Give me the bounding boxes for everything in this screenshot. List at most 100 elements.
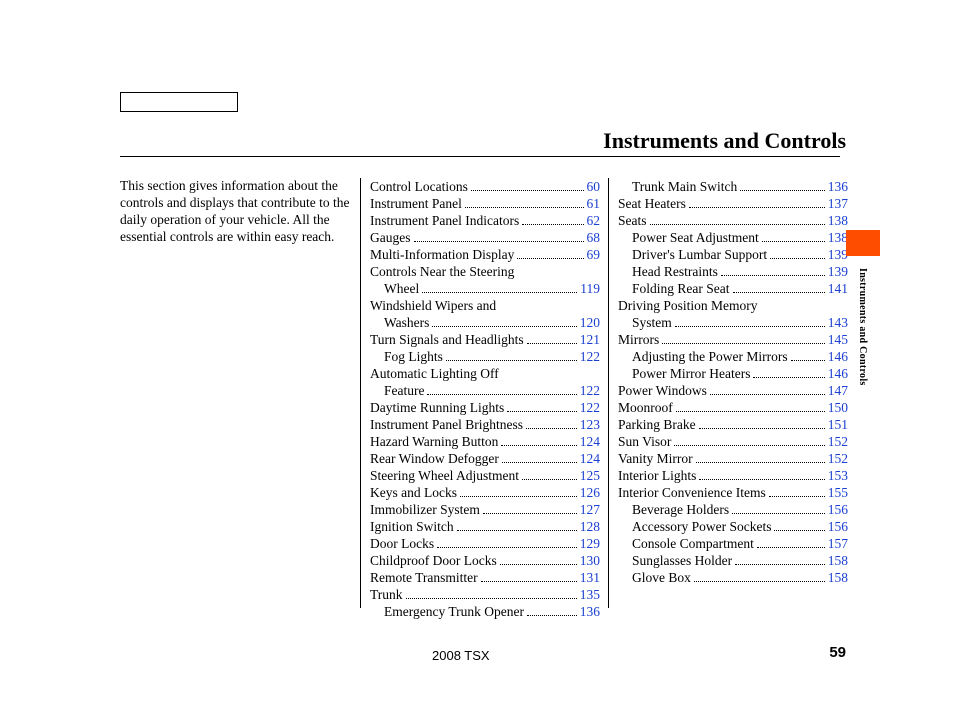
column-divider-2 — [608, 178, 609, 608]
toc-entry: Daytime Running Lights 122 — [370, 399, 600, 416]
toc-leader-dots — [522, 479, 577, 480]
toc-page-link[interactable]: 128 — [580, 518, 600, 535]
toc-entry-label: Gauges — [370, 229, 411, 246]
toc-page-link[interactable]: 156 — [828, 501, 848, 518]
toc-page-link[interactable]: 145 — [828, 331, 848, 348]
toc-page-link[interactable]: 152 — [828, 433, 848, 450]
toc-page-link[interactable]: 120 — [580, 314, 600, 331]
toc-leader-dots — [432, 326, 576, 327]
toc-page-link[interactable]: 129 — [580, 535, 600, 552]
toc-page-link[interactable]: 147 — [828, 382, 848, 399]
footer-model: 2008 TSX — [432, 648, 490, 663]
toc-entry: Washers120 — [370, 314, 600, 331]
toc-page-link[interactable]: 138 — [828, 212, 848, 229]
toc-entry: Ignition Switch128 — [370, 518, 600, 535]
toc-page-link[interactable]: 122 — [580, 399, 600, 416]
toc-entry: Trunk 135 — [370, 586, 600, 603]
toc-leader-dots — [757, 547, 825, 548]
toc-entry: Gauges 68 — [370, 229, 600, 246]
toc-entry-label: Head Restraints — [632, 263, 718, 280]
toc-page-link[interactable]: 157 — [828, 535, 848, 552]
toc-page-link[interactable]: 121 — [580, 331, 600, 348]
toc-entry: Instrument Panel Brightness123 — [370, 416, 600, 433]
toc-page-link[interactable]: 136 — [580, 603, 600, 620]
toc-page-link[interactable]: 125 — [580, 467, 600, 484]
toc-page-link[interactable]: 146 — [828, 348, 848, 365]
toc-page-link[interactable]: 153 — [828, 467, 848, 484]
toc-page-link[interactable]: 119 — [580, 280, 600, 297]
toc-page-link[interactable]: 151 — [828, 416, 848, 433]
toc-entry-label: Instrument Panel — [370, 195, 462, 212]
toc-entry: Sun Visor152 — [618, 433, 848, 450]
section-title: Instruments and Controls — [603, 128, 846, 154]
toc-page-link[interactable]: 122 — [580, 348, 600, 365]
toc-leader-dots — [753, 377, 824, 378]
toc-page-link[interactable]: 143 — [828, 314, 848, 331]
toc-leader-dots — [481, 581, 577, 582]
toc-leader-dots — [460, 496, 577, 497]
toc-entry-label: Driver's Lumbar Support — [632, 246, 767, 263]
toc-entry: Multi-Information Display 69 — [370, 246, 600, 263]
toc-entry-label: Parking Brake — [618, 416, 696, 433]
toc-leader-dots — [527, 615, 577, 616]
toc-entry-label: Accessory Power Sockets — [632, 518, 771, 535]
toc-entry-label: Steering Wheel Adjustment — [370, 467, 519, 484]
toc-leader-dots — [676, 411, 825, 412]
toc-page-link[interactable]: 139 — [828, 246, 848, 263]
toc-page-link[interactable]: 152 — [828, 450, 848, 467]
toc-page-link[interactable]: 124 — [580, 450, 600, 467]
toc-leader-dots — [465, 207, 584, 208]
toc-entry: Console Compartment 157 — [618, 535, 848, 552]
toc-page-link[interactable]: 158 — [828, 569, 848, 586]
toc-page-link[interactable]: 137 — [828, 195, 848, 212]
toc-entry-wrap-start: Windshield Wipers and — [370, 297, 600, 314]
toc-page-link[interactable]: 69 — [587, 246, 601, 263]
toc-entry: Trunk Main Switch 136 — [618, 178, 848, 195]
toc-page-link[interactable]: 138 — [828, 229, 848, 246]
toc-page-link[interactable]: 156 — [828, 518, 848, 535]
toc-page-link[interactable]: 60 — [587, 178, 601, 195]
toc-page-link[interactable]: 141 — [828, 280, 848, 297]
toc-leader-dots — [696, 462, 825, 463]
toc-page-link[interactable]: 155 — [828, 484, 848, 501]
toc-leader-dots — [457, 530, 577, 531]
toc-entry-label: Trunk Main Switch — [632, 178, 737, 195]
toc-page-link[interactable]: 124 — [580, 433, 600, 450]
toc-page-link[interactable]: 122 — [580, 382, 600, 399]
toc-entry-wrap-start: Automatic Lighting Off — [370, 365, 600, 382]
toc-leader-dots — [732, 513, 825, 514]
toc-entry-label: Daytime Running Lights — [370, 399, 504, 416]
toc-entry: Turn Signals and Headlights121 — [370, 331, 600, 348]
toc-entry: Glove Box158 — [618, 569, 848, 586]
toc-page-link[interactable]: 131 — [580, 569, 600, 586]
toc-page-link[interactable]: 62 — [587, 212, 601, 229]
toc-page-link[interactable]: 139 — [828, 263, 848, 280]
toc-leader-dots — [675, 326, 825, 327]
toc-page-link[interactable]: 136 — [828, 178, 848, 195]
toc-entry-label: Vanity Mirror — [618, 450, 693, 467]
toc-page-link[interactable]: 68 — [587, 229, 601, 246]
toc-page-link[interactable]: 130 — [580, 552, 600, 569]
toc-entry-label: Folding Rear Seat — [632, 280, 730, 297]
toc-entry: Moonroof150 — [618, 399, 848, 416]
toc-entry-label: Multi-Information Display — [370, 246, 514, 263]
toc-page-link[interactable]: 123 — [580, 416, 600, 433]
toc-leader-dots — [694, 581, 825, 582]
toc-page-link[interactable]: 150 — [828, 399, 848, 416]
toc-entry: Emergency Trunk Opener136 — [370, 603, 600, 620]
toc-entry: Parking Brake 151 — [618, 416, 848, 433]
toc-page-link[interactable]: 135 — [580, 586, 600, 603]
toc-page-link[interactable]: 61 — [587, 195, 601, 212]
toc-page-link[interactable]: 127 — [580, 501, 600, 518]
toc-page-link[interactable]: 126 — [580, 484, 600, 501]
toc-entry: Power Windows147 — [618, 382, 848, 399]
toc-page-link[interactable]: 158 — [828, 552, 848, 569]
toc-entry-label: Trunk — [370, 586, 403, 603]
toc-leader-dots — [406, 598, 577, 599]
toc-entry-label: Fog Lights — [384, 348, 443, 365]
toc-entry-label: Seats — [618, 212, 647, 229]
toc-entry-label: Console Compartment — [632, 535, 754, 552]
toc-entry-label: Sunglasses Holder — [632, 552, 732, 569]
toc-leader-dots — [774, 530, 824, 531]
toc-page-link[interactable]: 146 — [828, 365, 848, 382]
